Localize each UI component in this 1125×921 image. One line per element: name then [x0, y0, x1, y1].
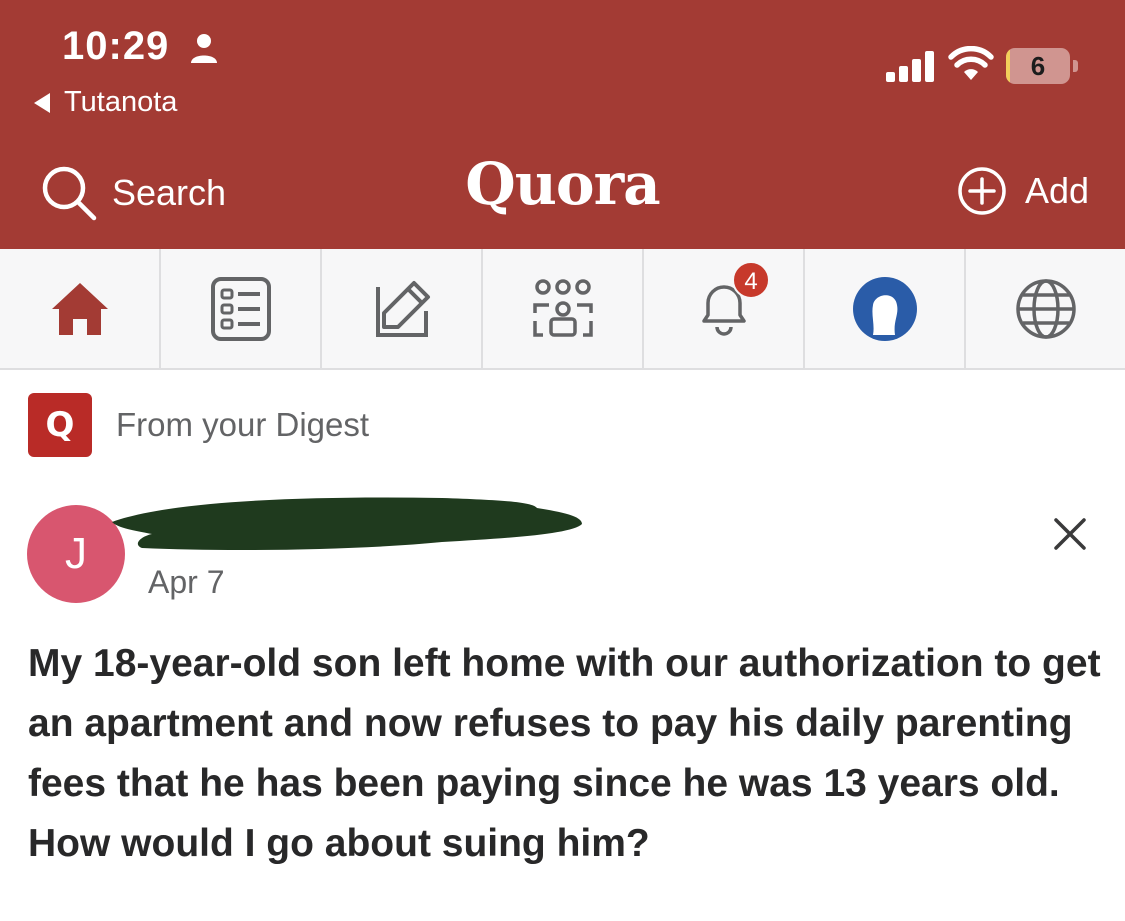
tab-answer[interactable]: [322, 249, 483, 368]
app-header: 10:29 Tutanota 6 Search Quora Add: [0, 0, 1125, 249]
tab-profile[interactable]: [805, 249, 966, 368]
avatar-icon: [852, 276, 917, 341]
author-avatar[interactable]: J: [27, 505, 125, 603]
battery-cap: [1073, 60, 1078, 72]
add-button[interactable]: Add: [957, 166, 1089, 216]
back-arrow-icon: [34, 92, 50, 113]
status-time: 10:29: [62, 24, 170, 68]
post-date: Apr 7: [148, 564, 225, 600]
digest-source: Q From your Digest: [28, 393, 369, 457]
battery-level: 6: [1030, 51, 1046, 81]
pencil-icon: [375, 280, 430, 337]
notification-badge: 4: [732, 261, 770, 299]
digest-logo: Q: [28, 393, 92, 457]
tab-home[interactable]: [0, 249, 161, 368]
digest-label: From your Digest: [116, 406, 370, 443]
battery-indicator: 6: [1006, 48, 1078, 84]
back-app-label: Tutanota: [64, 86, 178, 118]
tab-notifications[interactable]: 4: [644, 249, 805, 368]
tab-languages[interactable]: [966, 249, 1125, 368]
add-label: Add: [1024, 170, 1089, 211]
people-icon: [532, 278, 593, 337]
redaction-scribble: [112, 497, 582, 550]
tab-bar: 4: [0, 249, 1125, 370]
back-to-app-link[interactable]: Tutanota: [34, 86, 177, 119]
close-icon[interactable]: [1050, 514, 1090, 554]
wifi-icon: [948, 46, 994, 80]
tab-spaces[interactable]: [483, 249, 644, 368]
person-icon: [191, 34, 217, 63]
digest-logo-letter: Q: [45, 405, 75, 445]
battery-body: 6: [1006, 48, 1070, 84]
tab-following[interactable]: [161, 249, 322, 368]
list-icon: [210, 276, 271, 341]
cellular-signal-icon: [886, 51, 934, 82]
plus-circle-icon: [958, 167, 1006, 215]
home-icon: [51, 282, 108, 335]
globe-icon: [1015, 278, 1076, 339]
question-title[interactable]: My 18-year-old son left home with our au…: [28, 634, 1103, 874]
